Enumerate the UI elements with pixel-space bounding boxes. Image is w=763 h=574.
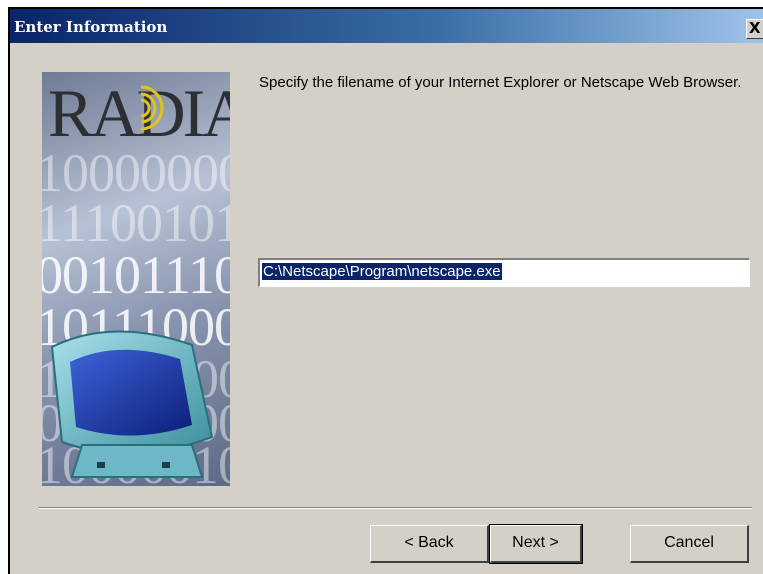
title-bar[interactable]: Enter Information X [10,9,763,43]
radia-signal-rings-icon [140,85,164,131]
radia-banner-image: 100000001 111001011 001011100 101110001 … [42,72,230,486]
enter-information-dialog: Enter Information X 100000001 111001011 … [8,7,763,574]
window-title: Enter Information [14,18,168,36]
cancel-button[interactable]: Cancel [630,525,749,563]
close-button[interactable]: X [746,19,763,39]
browser-path-value: C:\Netscape\Program\netscape.exe [262,263,502,280]
next-button[interactable]: Next > [489,524,583,564]
instructions-text: Specify the filename of your Internet Ex… [259,74,742,91]
back-button[interactable]: < Back [370,525,489,563]
close-icon: X [749,19,761,37]
computer-monitor-icon [50,330,214,478]
browser-path-input[interactable]: C:\Netscape\Program\netscape.exe [258,258,750,287]
screen: Enter Information X 100000001 111001011 … [0,0,763,574]
divider [39,507,752,509]
